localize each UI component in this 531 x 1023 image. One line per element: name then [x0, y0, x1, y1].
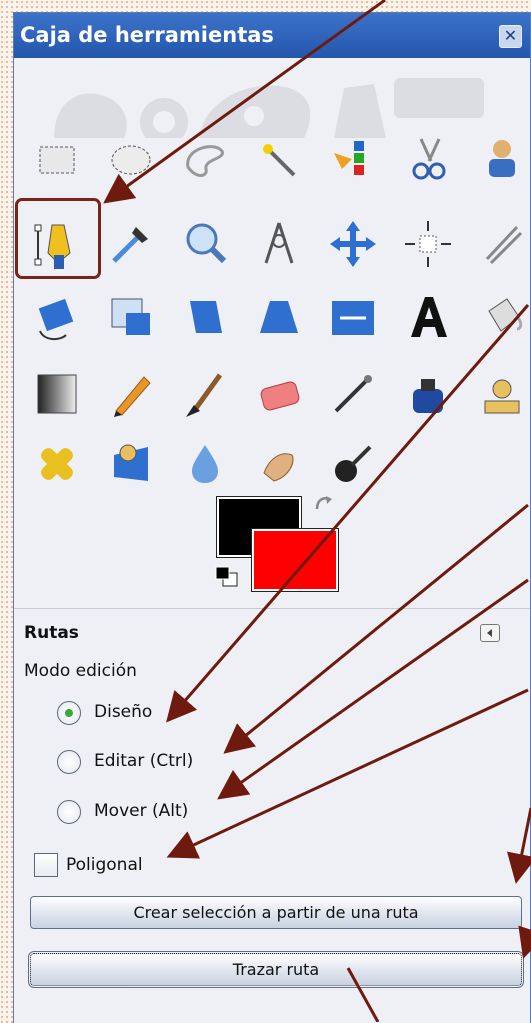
tool-perspective-clone-icon[interactable]	[100, 433, 162, 495]
tool-paintbrush-icon[interactable]	[174, 363, 236, 425]
tool-heal-icon[interactable]	[26, 433, 88, 495]
tool-align-icon[interactable]	[397, 213, 459, 275]
tool-fuzzy-select-icon[interactable]	[248, 129, 310, 191]
tool-dodge-burn-icon[interactable]	[322, 433, 384, 495]
tool-shear-icon[interactable]	[174, 287, 236, 349]
tool-color-select-icon[interactable]	[322, 129, 384, 191]
tool-bucket-fill-icon[interactable]	[471, 287, 530, 349]
tool-measure-icon[interactable]	[248, 213, 310, 275]
tool-crop-icon[interactable]	[471, 213, 530, 275]
tool-perspective-icon[interactable]	[248, 287, 310, 349]
design-radio[interactable]	[57, 701, 81, 725]
tool-flip-icon[interactable]	[322, 287, 384, 349]
tool-foreground-select-icon[interactable]	[471, 129, 530, 191]
window-title: Caja de herramientas	[20, 23, 274, 47]
edit-label: Editar (Ctrl)	[94, 751, 194, 771]
wilber-banner	[54, 78, 484, 138]
stroke-path-button[interactable]: Trazar ruta	[28, 951, 524, 988]
close-button[interactable]: ✕	[499, 25, 522, 48]
tool-clone-icon[interactable]	[471, 363, 530, 425]
tool-text-icon[interactable]	[397, 287, 459, 349]
toolbox-window: Caja de herramientas ✕ Rutas Modo edició…	[13, 12, 531, 1023]
reset-colors-icon[interactable]	[214, 565, 240, 589]
tool-pencil-icon[interactable]	[100, 363, 162, 425]
move-radio[interactable]	[57, 800, 81, 824]
tool-eraser-icon[interactable]	[248, 363, 310, 425]
swap-colors-icon[interactable]	[311, 491, 335, 515]
polygonal-label: Poligonal	[66, 855, 143, 875]
radio-selected-dot	[65, 709, 73, 717]
edit-mode-label: Modo edición	[24, 661, 137, 681]
collapse-options-icon[interactable]	[480, 624, 500, 642]
tool-smudge-icon[interactable]	[248, 433, 310, 495]
tool-ink-icon[interactable]	[397, 363, 459, 425]
separator	[14, 608, 530, 609]
tool-color-picker-icon[interactable]	[100, 213, 162, 275]
background-color-swatch[interactable]	[251, 528, 339, 592]
active-tool-highlight	[15, 198, 101, 279]
tool-move-icon[interactable]	[322, 213, 384, 275]
tool-airbrush-icon[interactable]	[322, 363, 384, 425]
tool-blur-icon[interactable]	[174, 433, 236, 495]
tool-rotate-icon[interactable]	[26, 287, 88, 349]
tool-free-select-icon[interactable]	[174, 129, 236, 191]
tool-ellipse-select-icon[interactable]	[100, 129, 162, 191]
tool-rect-select-icon[interactable]	[26, 129, 88, 191]
move-label: Mover (Alt)	[94, 801, 189, 821]
tool-scale-icon[interactable]	[100, 287, 162, 349]
design-label: Diseño	[94, 702, 153, 722]
tool-options-title: Rutas	[24, 623, 79, 643]
tool-scissors-select-icon[interactable]	[397, 129, 459, 191]
edit-radio[interactable]	[57, 750, 81, 774]
tool-blend-icon[interactable]	[26, 363, 88, 425]
selection-from-path-button[interactable]: Crear selección a partir de una ruta	[30, 896, 522, 929]
title-bar[interactable]: Caja de herramientas ✕	[14, 13, 530, 58]
polygonal-checkbox[interactable]	[34, 853, 58, 877]
tool-zoom-icon[interactable]	[174, 213, 236, 275]
